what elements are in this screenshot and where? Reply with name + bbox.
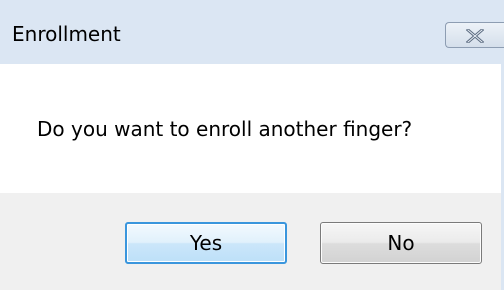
no-button[interactable]: No (320, 222, 482, 264)
yes-button[interactable]: Yes (125, 222, 287, 264)
dialog-footer: Yes No (0, 193, 504, 290)
close-icon (466, 29, 484, 43)
window-title: Enrollment (12, 22, 121, 46)
enrollment-dialog: Enrollment Do you want to enroll another… (0, 0, 504, 290)
close-button[interactable] (445, 22, 504, 48)
dialog-message: Do you want to enroll another finger? (37, 117, 413, 141)
title-bar[interactable]: Enrollment (0, 0, 504, 64)
dialog-content: Do you want to enroll another finger? (0, 64, 504, 193)
